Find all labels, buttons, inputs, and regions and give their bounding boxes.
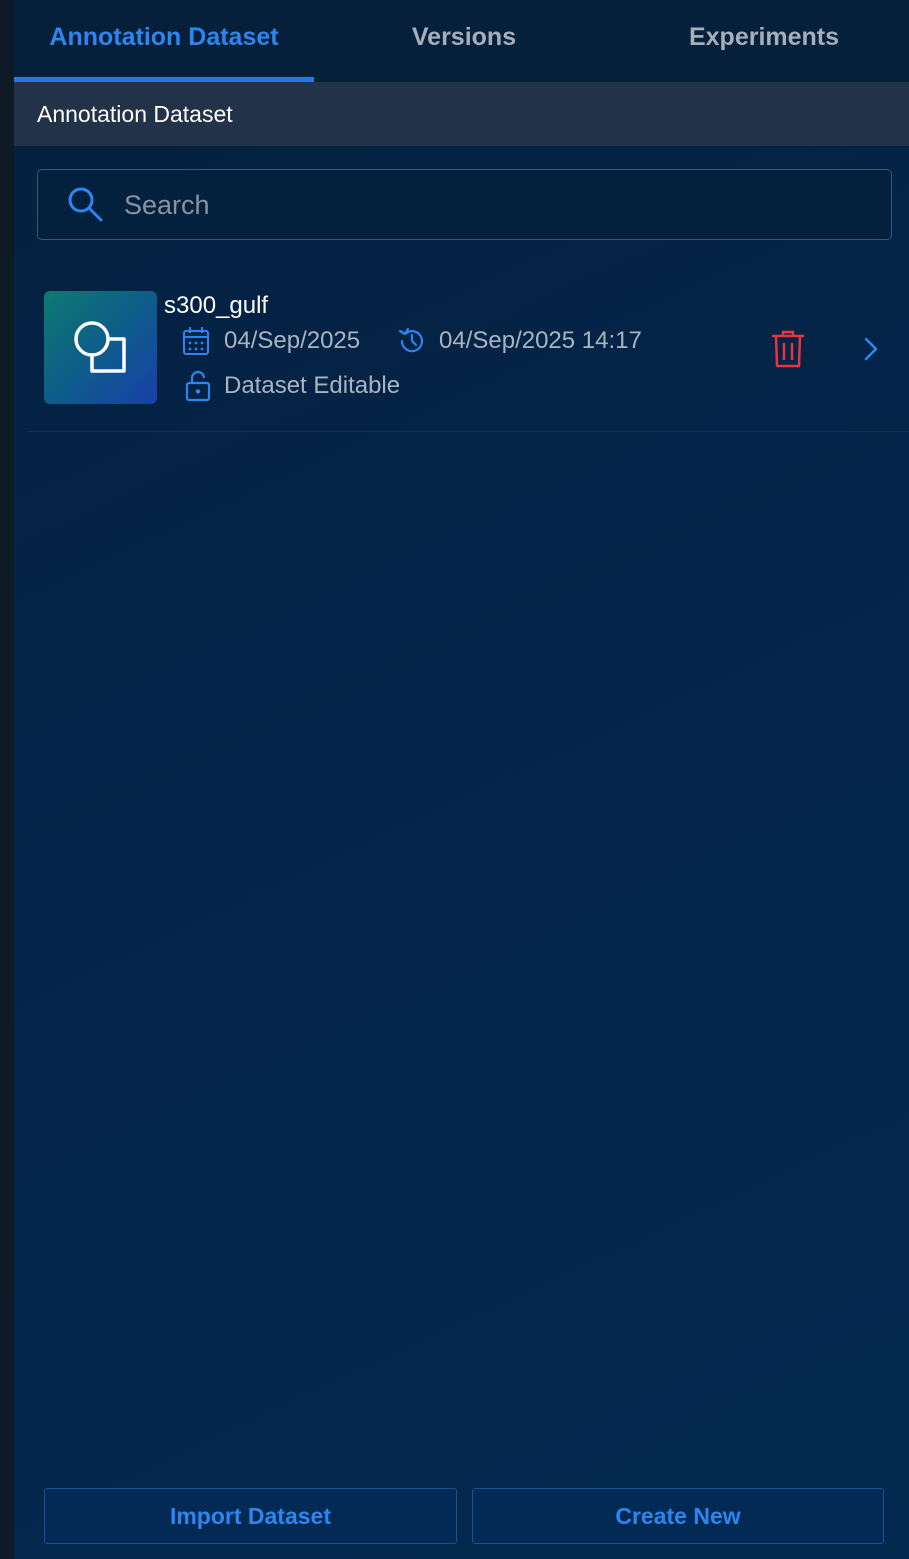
history-icon (398, 327, 424, 353)
dataset-thumbnail (44, 291, 157, 404)
delete-icon[interactable] (771, 330, 805, 368)
tab-experiments[interactable]: Experiments (614, 0, 909, 82)
dataset-created-date: 04/Sep/2025 (224, 327, 361, 354)
import-dataset-button[interactable]: Import Dataset (44, 1488, 457, 1544)
dataset-list-item[interactable]: s300_gulf 04/Sep/2025 04/Sep/2025 14:17 … (28, 280, 909, 432)
create-new-button[interactable]: Create New (472, 1488, 884, 1544)
unlock-icon (185, 370, 211, 402)
shapes-icon (74, 321, 126, 373)
section-title-text: Annotation Dataset (37, 100, 233, 127)
dataset-name: s300_gulf (164, 292, 269, 319)
dataset-modified-date: 04/Sep/2025 14:17 (439, 327, 642, 354)
tab-versions[interactable]: Versions (314, 0, 614, 82)
dataset-status: Dataset Editable (224, 372, 401, 399)
chevron-right-icon[interactable] (860, 334, 882, 364)
calendar-icon (183, 327, 209, 355)
left-edge-strip (0, 0, 14, 1559)
tab-annotation-dataset[interactable]: Annotation Dataset (14, 0, 314, 82)
tab-bar: Annotation Dataset Versions Experiments (14, 0, 909, 82)
search-icon (68, 187, 103, 222)
annotation-panel: Annotation Dataset Versions Experiments … (14, 0, 909, 1559)
search-box (37, 169, 892, 241)
section-title: Annotation Dataset (14, 82, 909, 146)
search-input[interactable] (122, 170, 866, 241)
